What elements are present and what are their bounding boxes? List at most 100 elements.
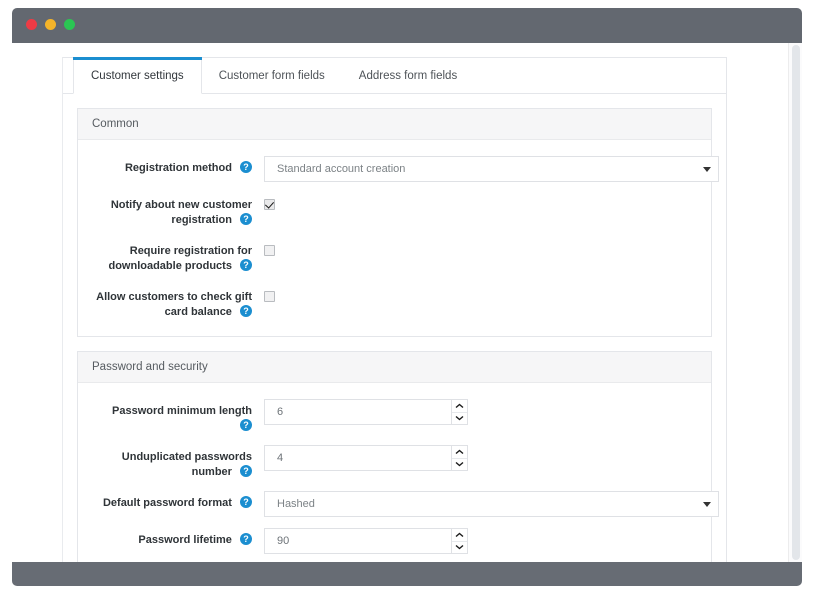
field-control: 90 — [252, 528, 697, 554]
select-value: Hashed — [277, 498, 315, 510]
stepper-up-icon[interactable] — [452, 446, 467, 458]
panel-common: Common Registration method ? Standard ac… — [77, 108, 719, 337]
help-icon[interactable]: ? — [240, 305, 252, 317]
svg-text:?: ? — [243, 306, 249, 316]
field-label-text: Unduplicated passwords number — [121, 451, 252, 478]
window-controls — [26, 19, 75, 30]
svg-text:?: ? — [243, 497, 249, 507]
stepper-down-icon[interactable] — [452, 411, 467, 425]
panel-title: Common — [92, 118, 139, 130]
tab-label: Customer settings — [91, 69, 184, 82]
field-label: Require registration for downloadable pr… — [92, 239, 252, 274]
field-label: Registration method ? — [92, 156, 252, 176]
input-value: 6 — [277, 406, 284, 418]
window-titlebar — [12, 8, 802, 43]
input-value: 4 — [277, 452, 284, 464]
require-registration-checkbox[interactable] — [264, 245, 275, 256]
settings-panels: Common Registration method ? Standard ac… — [63, 94, 726, 562]
stepper-down-icon[interactable] — [452, 540, 467, 554]
minimize-window-button[interactable] — [45, 19, 56, 30]
field-control: 4 — [252, 445, 697, 471]
help-icon[interactable]: ? — [240, 419, 252, 431]
panel-body: Password minimum length ? 6 Unduplicated… — [78, 383, 719, 562]
stepper-up-icon[interactable] — [452, 529, 467, 541]
notify-new-customer-checkbox[interactable] — [264, 199, 275, 210]
stepper-buttons — [451, 528, 468, 554]
field-label-text: Require registration for downloadable pr… — [108, 245, 252, 272]
help-icon[interactable]: ? — [240, 496, 252, 508]
field-label-text: Default password format — [102, 497, 232, 509]
select-value: Standard account creation — [277, 163, 406, 175]
field-label-text: Password minimum length — [112, 405, 252, 417]
stepper-buttons — [451, 445, 468, 471]
help-icon[interactable]: ? — [240, 533, 252, 545]
window-bottom-bar — [12, 562, 802, 586]
field-label-text: Notify about new customer registration — [110, 199, 252, 226]
field-control — [252, 193, 697, 215]
field-label: Password minimum length ? — [92, 399, 252, 434]
panel-header: Common — [78, 109, 711, 140]
field-registration-method: Registration method ? Standard account c… — [78, 156, 719, 182]
allow-gift-card-balance-checkbox[interactable] — [264, 291, 275, 302]
scrollbar-thumb[interactable] — [792, 45, 800, 560]
field-label-text: Password lifetime — [138, 534, 232, 546]
chevron-down-icon — [703, 502, 711, 507]
svg-text:?: ? — [243, 534, 249, 544]
stepper-down-icon[interactable] — [452, 457, 467, 471]
field-label: Notify about new customer registration ? — [92, 193, 252, 228]
chevron-down-icon — [703, 167, 711, 172]
field-password-minimum-length: Password minimum length ? 6 — [78, 399, 711, 434]
field-control: 6 — [252, 399, 697, 425]
field-label-text: Allow customers to check gift card balan… — [96, 291, 252, 318]
field-unduplicated-passwords-number: Unduplicated passwords number ? 4 — [78, 445, 711, 480]
field-label: Allow customers to check gift card balan… — [92, 285, 252, 320]
tab-label: Customer form fields — [218, 69, 325, 82]
vertical-scrollbar[interactable] — [788, 43, 802, 562]
field-default-password-format: Default password format ? Hashed — [78, 491, 719, 517]
password-minimum-length-stepper: 6 — [264, 399, 468, 425]
svg-text:?: ? — [243, 420, 249, 430]
svg-text:?: ? — [243, 214, 249, 224]
password-minimum-length-input[interactable]: 6 — [264, 399, 451, 425]
app-screenshot: Customer settings Customer form fields A… — [0, 0, 814, 594]
tab-label: Address form fields — [358, 69, 458, 82]
field-control: Hashed — [252, 491, 719, 517]
field-control — [252, 239, 697, 261]
panel-header: Password and security — [78, 352, 711, 383]
maximize-window-button[interactable] — [64, 19, 75, 30]
svg-text:?: ? — [243, 260, 249, 270]
field-require-registration-downloadable: Require registration for downloadable pr… — [78, 239, 711, 274]
help-icon[interactable]: ? — [240, 259, 252, 271]
panel-title: Password and security — [92, 361, 208, 373]
unduplicated-passwords-stepper: 4 — [264, 445, 468, 471]
panel-body: Registration method ? Standard account c… — [78, 140, 719, 336]
field-label: Unduplicated passwords number ? — [92, 445, 252, 480]
field-password-lifetime: Password lifetime ? 90 — [78, 528, 711, 554]
tab-address-form-fields[interactable]: Address form fields — [342, 58, 474, 93]
tab-customer-settings[interactable]: Customer settings — [73, 57, 202, 94]
browser-viewport: Customer settings Customer form fields A… — [12, 43, 802, 562]
panel-password-and-security: Password and security Password minimum l… — [77, 351, 719, 562]
help-icon[interactable]: ? — [240, 213, 252, 225]
tab-bar: Customer settings Customer form fields A… — [63, 57, 726, 94]
stepper-buttons — [451, 399, 468, 425]
unduplicated-passwords-input[interactable]: 4 — [264, 445, 451, 471]
field-allow-gift-card-balance: Allow customers to check gift card balan… — [78, 285, 711, 320]
field-label: Password lifetime ? — [92, 528, 252, 548]
field-label-text: Registration method — [124, 162, 232, 174]
password-lifetime-input[interactable]: 90 — [264, 528, 451, 554]
input-value: 90 — [277, 535, 290, 547]
field-control — [252, 285, 697, 307]
registration-method-select[interactable]: Standard account creation — [264, 156, 719, 182]
default-password-format-select[interactable]: Hashed — [264, 491, 719, 517]
close-window-button[interactable] — [26, 19, 37, 30]
svg-text:?: ? — [243, 466, 249, 476]
field-control: Standard account creation — [252, 156, 719, 182]
field-label: Default password format ? — [92, 491, 252, 511]
help-icon[interactable]: ? — [240, 465, 252, 477]
password-lifetime-stepper: 90 — [264, 528, 468, 554]
stepper-up-icon[interactable] — [452, 400, 467, 412]
tab-customer-form-fields[interactable]: Customer form fields — [202, 58, 342, 93]
svg-text:?: ? — [243, 162, 249, 172]
help-icon[interactable]: ? — [240, 161, 252, 173]
